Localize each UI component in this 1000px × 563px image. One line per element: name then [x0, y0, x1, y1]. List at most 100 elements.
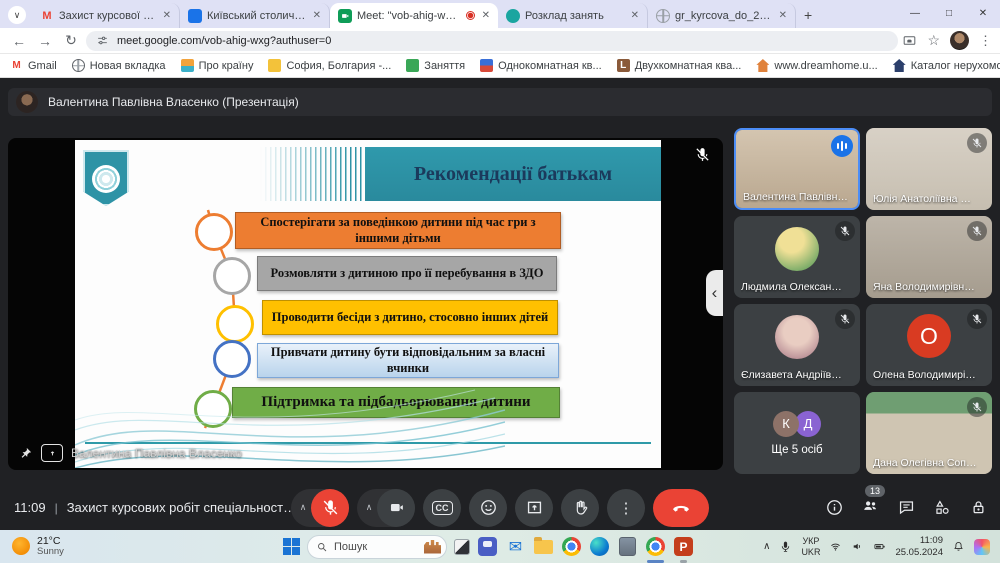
volume-icon[interactable] [851, 540, 864, 553]
taskbar-app-calculator[interactable] [617, 536, 638, 557]
reactions-button[interactable] [469, 488, 507, 527]
forward-button[interactable]: → [34, 33, 56, 49]
chat-panel-icon[interactable] [897, 498, 916, 517]
new-tab-button[interactable]: + [804, 7, 812, 23]
tray-mic-icon[interactable] [779, 540, 792, 553]
wifi-icon[interactable] [829, 540, 842, 553]
tab-university[interactable]: Київський столичний універси ✕ [180, 3, 330, 28]
browser-menu-icon[interactable]: ⋮ [979, 33, 992, 49]
close-icon[interactable]: ✕ [161, 10, 171, 21]
mic-control-group: ∧ [291, 488, 349, 527]
more-participants-tile[interactable]: К Д Ще 5 осіб [734, 392, 860, 474]
bookmark-star-icon[interactable]: ☆ [927, 32, 940, 49]
more-options-button[interactable]: ⋮ [607, 488, 645, 527]
search-icon [316, 541, 328, 553]
taskbar-search[interactable]: Пошук [307, 534, 447, 559]
end-call-button[interactable] [653, 488, 709, 527]
profile-avatar[interactable] [950, 31, 969, 50]
captions-button[interactable]: CC [423, 488, 461, 527]
mic-toggle-button[interactable] [311, 488, 349, 527]
camera-toggle-button[interactable] [377, 488, 415, 527]
taskbar-app-powerpoint[interactable]: P [673, 536, 694, 563]
globe-icon [656, 8, 670, 23]
bookmark-newtab[interactable]: Новая вкладка [71, 59, 166, 72]
bookmark-flat1[interactable]: Однокомнатная кв... [480, 59, 602, 72]
tab-cast-icon[interactable] [902, 33, 917, 48]
hidden-icons-chevron[interactable]: ∧ [763, 541, 770, 552]
toolbar-icons: ☆ ⋮ [902, 31, 992, 50]
fullscreen-icon[interactable] [41, 444, 63, 462]
url-bar[interactable]: meet.google.com/vob-ahig-wxg?authuser=0 [86, 30, 899, 51]
site-settings-icon[interactable] [96, 34, 109, 47]
close-icon[interactable]: ✕ [629, 10, 639, 21]
close-icon[interactable]: ✕ [777, 10, 787, 21]
taskbar-app-explorer[interactable] [533, 536, 554, 557]
beach-icon [180, 59, 194, 72]
presentation-muted-mic-icon [694, 146, 711, 163]
participant-tile-liudmyla[interactable]: Людмила Олександр... [734, 216, 860, 298]
taskbar-weather-widget[interactable]: 21°C Sunny [12, 535, 64, 558]
close-icon[interactable]: ✕ [480, 10, 490, 21]
bookmark-gmail[interactable]: M Gmail [10, 59, 56, 72]
participant-avatar [775, 315, 819, 359]
window-close-button[interactable]: ✕ [966, 0, 1000, 26]
taskbar-app-chrome[interactable] [561, 536, 582, 557]
notifications-bell-icon[interactable] [952, 540, 965, 553]
tab-schedule[interactable]: Розклад занять ✕ [498, 3, 648, 28]
host-controls-icon[interactable] [969, 498, 988, 517]
participant-tile-yana[interactable]: Яна Володимирівна ... [866, 216, 992, 298]
presentation-slide: Рекомендації батькам Спостерігати за пов… [75, 140, 661, 468]
reload-button[interactable]: ↻ [60, 32, 82, 49]
language-indicator[interactable]: УКР UKR [801, 536, 820, 557]
search-placeholder: Пошук [334, 540, 368, 553]
start-button[interactable] [283, 538, 300, 555]
participant-name: Дана Олегівна Сопова [873, 457, 978, 469]
battery-icon[interactable] [873, 540, 886, 553]
activities-icon[interactable] [933, 498, 952, 517]
participants-panel-button[interactable]: 13 [861, 484, 885, 520]
minimize-button[interactable]: — [898, 0, 932, 26]
tab-search-button[interactable]: ∨ [8, 6, 26, 24]
participant-tile-olena[interactable]: О Олена Володимирівн... [866, 304, 992, 386]
taskbar-app-chrome-active[interactable] [645, 536, 666, 563]
tray-app-icon[interactable] [974, 538, 990, 555]
tray-time: 11:09 [919, 535, 943, 547]
participant-tile-dana[interactable]: Дана Олегівна Сопова [866, 392, 992, 474]
university-favicon [188, 8, 202, 23]
chrome-icon [646, 537, 665, 556]
present-button[interactable] [515, 488, 553, 527]
camera-options-chevron[interactable]: ∧ [361, 502, 377, 513]
presentation-tile[interactable]: Рекомендації батькам Спостерігати за пов… [8, 138, 723, 470]
taskbar-center: Пошук ✉ P [283, 534, 694, 563]
bookmark-sofia[interactable]: София, Болгария -... [268, 59, 391, 72]
tab-pdf[interactable]: gr_kyrcova_do_2024.pdf ✕ [648, 3, 796, 28]
taskbar-app-edge[interactable] [589, 536, 610, 557]
task-view-button[interactable] [454, 538, 470, 555]
pin-icon[interactable] [18, 446, 33, 461]
bookmark-classes[interactable]: Заняття [406, 59, 465, 72]
slide-bullet-circle [195, 213, 233, 251]
people-icon [861, 496, 880, 515]
tab-meet-active[interactable]: Meet: "vob-ahig-wxg" ✕ [330, 3, 498, 28]
more-vert-icon: ⋮ [618, 499, 634, 517]
close-icon[interactable]: ✕ [311, 10, 321, 21]
participant-tile-yuliia[interactable]: Юлія Анатоліївна Пи... [866, 128, 992, 210]
back-button[interactable]: ← [8, 33, 30, 49]
raise-hand-button[interactable] [561, 488, 599, 527]
participant-tile-valentyna[interactable]: Валентина Павлівна ... [734, 128, 860, 210]
clock-widget[interactable]: 11:09 25.05.2024 [895, 535, 943, 558]
taskbar-app-teams[interactable] [477, 536, 498, 557]
participant-tile-yelyzaveta[interactable]: Єлизавета Андріївна ... [734, 304, 860, 386]
maximize-button[interactable]: □ [932, 0, 966, 26]
collapse-sidebar-handle[interactable]: ‹ [706, 270, 723, 316]
tab-gmail[interactable]: M Захист курсової - d.sopova@k ✕ [32, 3, 180, 28]
speaking-indicator-icon [831, 135, 853, 157]
more-participants-label: Ще 5 осіб [771, 443, 823, 456]
bookmark-dreamhome[interactable]: www.dreamhome.u... [756, 59, 878, 72]
bookmark-catalog1[interactable]: Каталог нерухомос... [892, 59, 1000, 72]
taskbar-app-mail[interactable]: ✉ [505, 536, 526, 557]
meeting-info-icon[interactable] [825, 498, 844, 517]
bookmark-country[interactable]: Про країну [180, 59, 253, 72]
mic-options-chevron[interactable]: ∧ [295, 502, 311, 513]
bookmark-flat2[interactable]: L Двухкомнатная ква... [616, 59, 741, 72]
